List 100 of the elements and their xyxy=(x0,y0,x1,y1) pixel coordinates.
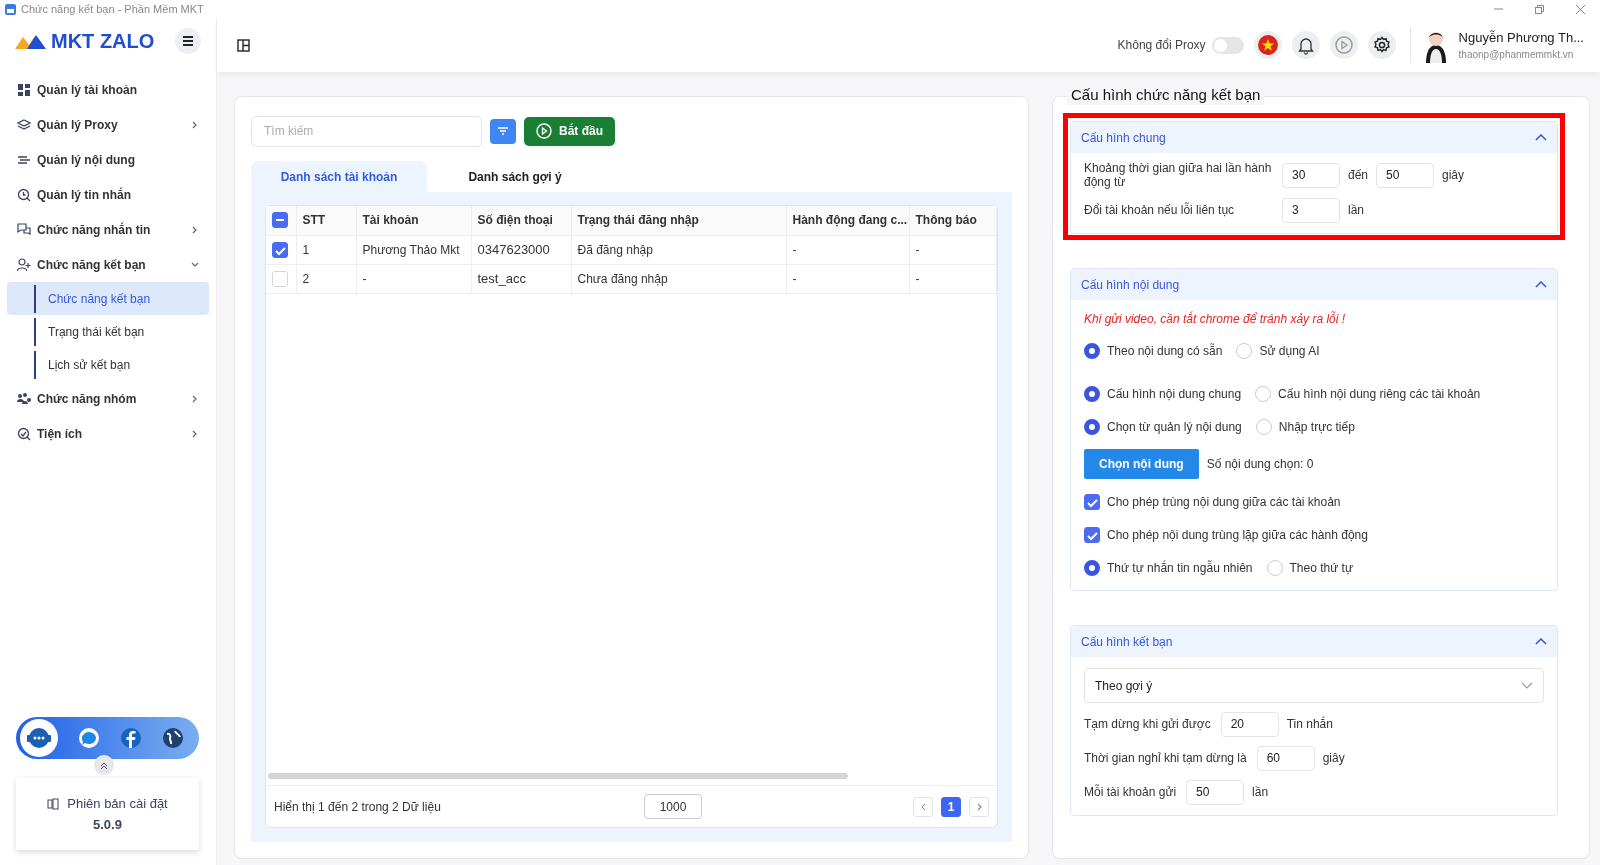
radio-button[interactable] xyxy=(1084,342,1100,359)
start-button[interactable]: Bắt đầu xyxy=(524,116,615,146)
sidebar-item[interactable]: Quản lý tài khoản xyxy=(7,72,209,107)
menu-item-icon xyxy=(17,117,31,132)
proxy-label: Không đổi Proxy xyxy=(1117,38,1206,52)
facebook-icon[interactable] xyxy=(120,727,142,749)
filter-button[interactable] xyxy=(490,118,516,144)
unit-label: Tin nhắn xyxy=(1286,717,1333,731)
support-button[interactable] xyxy=(20,719,58,757)
tab[interactable]: Danh sách tài khoản xyxy=(251,161,427,192)
menu-icon xyxy=(182,35,194,47)
number-field[interactable]: 60 xyxy=(1256,745,1315,771)
column-header: STT xyxy=(296,206,356,235)
sidebar-subitem[interactable]: Lịch sử kết bạn xyxy=(7,348,209,381)
sidebar-item[interactable]: Quản lý Proxy xyxy=(7,107,209,142)
sidebar-item[interactable]: Quản lý nội dung xyxy=(7,142,209,177)
close-icon[interactable] xyxy=(1575,3,1586,15)
chevron-left-icon xyxy=(919,802,927,811)
page-button[interactable]: 1 xyxy=(941,796,961,817)
table-cell: Phương Thảo Mkt xyxy=(362,242,460,257)
section-header[interactable]: Cấu hình chung xyxy=(1071,122,1557,153)
radio-label: Chọn từ quản lý nội dung xyxy=(1107,419,1242,434)
sidebar-item[interactable]: Chức năng nhắn tin xyxy=(7,212,209,247)
radio-label: Thứ tự nhắn tin ngẫu nhiên xyxy=(1107,560,1253,575)
row-checkbox[interactable] xyxy=(272,241,288,258)
language-button[interactable] xyxy=(1253,31,1282,59)
restore-icon[interactable] xyxy=(1534,3,1545,15)
play-icon xyxy=(536,123,552,139)
number-field[interactable]: 50 xyxy=(1186,779,1245,805)
menu-item-icon xyxy=(17,187,31,202)
number-field[interactable]: 20 xyxy=(1220,711,1279,737)
sidebar-subitem[interactable]: Chức năng kết bạn xyxy=(7,282,209,315)
checkbox[interactable] xyxy=(1084,526,1100,543)
minus-icon xyxy=(276,219,284,222)
double-chevron-up-icon xyxy=(100,760,108,770)
table-cell: - xyxy=(792,242,797,257)
play-icon xyxy=(1334,36,1353,54)
settings-button[interactable] xyxy=(1367,31,1396,59)
column-header: Hành động đang c... xyxy=(786,206,909,235)
chevron-right-icon xyxy=(975,802,983,811)
table-cell: 2 xyxy=(302,271,310,286)
field-label: Khoảng thời gian giữa hai lần hành động từ xyxy=(1084,161,1273,189)
bell-icon xyxy=(1296,35,1315,55)
table-cell: - xyxy=(915,242,920,257)
radio-label: Nhập trực tiếp xyxy=(1278,419,1355,434)
sidebar-item[interactable]: Chức năng nhóm xyxy=(7,381,209,416)
table-cell: - xyxy=(792,271,797,286)
sidebar-item[interactable]: Tiện ích xyxy=(7,416,209,451)
sidebar-item[interactable]: Quản lý tin nhắn xyxy=(7,177,209,212)
selected-count: Số nội dung chọn: 0 xyxy=(1206,457,1314,471)
menu-button[interactable] xyxy=(175,28,201,54)
menu-item-icon xyxy=(17,82,31,97)
table-cell: test_acc xyxy=(477,271,526,286)
horizontal-scrollbar[interactable] xyxy=(268,773,848,779)
settings-icon xyxy=(1372,36,1391,54)
field-label: Thời gian nghỉ khi tạm dừng là xyxy=(1084,751,1247,765)
table-cell: - xyxy=(915,271,920,286)
field-label: Đổi tài khoản nếu lỗi liên tục xyxy=(1084,203,1236,217)
warning-text: Khi gửi video, cần tắt chrome để tránh xảy ra lỗi ! xyxy=(1084,310,1347,328)
proxy-toggle[interactable] xyxy=(1211,36,1244,54)
number-field[interactable]: 3 xyxy=(1282,197,1340,223)
unit-label: lần xyxy=(1348,203,1364,217)
table-cell: 0347623000 xyxy=(477,242,550,257)
table-cell: - xyxy=(362,271,367,286)
section-header[interactable]: Cấu hình nội dung xyxy=(1071,269,1557,300)
section-header[interactable]: Cấu hình kết bạn xyxy=(1071,626,1557,657)
page-size-field[interactable]: 1000 xyxy=(644,794,702,819)
radio-button[interactable] xyxy=(1084,385,1100,402)
radio-label: Theo thứ tự xyxy=(1289,560,1353,575)
table-cell: 1 xyxy=(302,242,310,257)
chevron-down-icon xyxy=(1521,682,1533,689)
flag-icon xyxy=(1257,35,1278,55)
radio-button[interactable] xyxy=(1084,418,1100,435)
window-title: Chức năng kết bạn - Phần Mềm MKT xyxy=(21,3,204,15)
checkbox-label: Cho phép nội dung trùng lặp giữa các hành động xyxy=(1107,527,1368,542)
unit-label: giây xyxy=(1322,751,1345,765)
table-summary: Hiển thị 1 đến 2 trong 2 Dữ liệu xyxy=(274,799,442,814)
notification-button[interactable] xyxy=(1291,31,1320,59)
logo-text: MKT ZALO xyxy=(51,29,155,53)
collapse-button[interactable] xyxy=(94,755,114,775)
dropdown[interactable]: Theo gợi ý xyxy=(1084,668,1544,703)
column-header: Tài khoản xyxy=(356,206,471,235)
layout-toggle-icon[interactable] xyxy=(237,38,250,52)
chat-bubble-icon[interactable] xyxy=(78,727,100,749)
radio-label: Sử dụng AI xyxy=(1259,343,1320,358)
select-all-checkbox[interactable] xyxy=(272,212,288,229)
sidebar-subitem[interactable]: Trạng thái kết bạn xyxy=(7,315,209,348)
radio-button[interactable] xyxy=(1084,559,1100,576)
unit-label: lần xyxy=(1252,785,1269,799)
sidebar-item[interactable]: Chức năng kết bạn xyxy=(7,247,209,282)
version-number: 5.0.9 xyxy=(93,817,122,832)
choose-content-button[interactable]: Chọn nội dung xyxy=(1084,449,1199,479)
table-cell: Chưa đăng nhập xyxy=(577,271,668,286)
number-field[interactable]: 50 xyxy=(1376,162,1435,188)
search-field[interactable]: Tìm kiếm xyxy=(251,115,482,147)
checkbox[interactable] xyxy=(1084,493,1100,510)
number-field[interactable]: 30 xyxy=(1282,162,1340,188)
user-name: Nguyễn Phương Th... xyxy=(1458,30,1584,45)
menu-item-icon xyxy=(17,222,31,237)
play-button[interactable] xyxy=(1329,31,1358,59)
